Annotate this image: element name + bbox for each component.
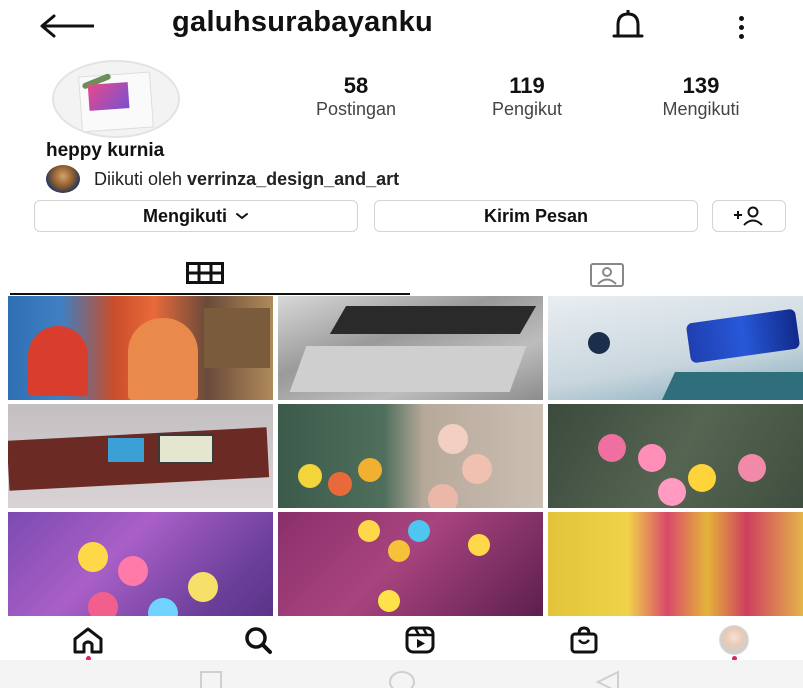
stat-posts[interactable]: 58 Postingan [286, 74, 426, 120]
post-thumbnail[interactable] [8, 296, 273, 400]
nav-profile[interactable] [712, 622, 756, 661]
post-thumbnail[interactable] [278, 404, 543, 508]
chevron-down-icon [236, 213, 248, 220]
stat-following-count: 139 [682, 73, 720, 98]
following-button-label: Mengikuti [143, 205, 227, 226]
tagged-person-icon [589, 263, 624, 287]
post-thumbnail[interactable] [548, 296, 803, 400]
nav-search[interactable] [236, 622, 280, 658]
profile-avatar [719, 625, 749, 655]
message-button-label: Kirim Pesan [483, 205, 589, 226]
profile-username: galuhsurabayanku [172, 6, 434, 38]
stat-followers[interactable]: 119 Pengikut [464, 74, 590, 120]
notifications-button[interactable] [608, 8, 648, 46]
post-thumbnail[interactable] [548, 404, 803, 508]
back-button[interactable] [38, 6, 102, 46]
profile-full-name: heppy kurnia [46, 140, 165, 161]
stat-posts-count: 58 [343, 73, 369, 98]
grid-icon [186, 262, 224, 284]
post-thumbnail[interactable] [278, 296, 543, 400]
post-thumbnail[interactable] [548, 512, 803, 616]
stat-followers-label: Pengikut [491, 99, 563, 119]
profile-header: galuhsurabayanku [0, 0, 803, 52]
post-grid [6, 296, 803, 618]
suggested-accounts-button[interactable] [712, 200, 786, 232]
bell-icon [612, 10, 644, 38]
followed-by-text: Diikuti oleh verrinza_design_and_art [94, 168, 400, 189]
home-icon [73, 627, 103, 654]
system-navigation-bar [0, 660, 803, 688]
back-triangle-icon[interactable] [594, 670, 622, 688]
message-button[interactable]: Kirim Pesan [374, 200, 698, 232]
tab-tagged[interactable] [410, 256, 803, 296]
stat-posts-label: Postingan [315, 99, 397, 119]
stat-following-label: Mengikuti [662, 99, 740, 119]
tab-posts[interactable] [0, 256, 410, 296]
nav-shop[interactable] [562, 622, 606, 658]
profile-tabs [0, 256, 803, 296]
stat-following[interactable]: 139 Mengikuti [630, 74, 772, 120]
post-thumbnail[interactable] [8, 512, 273, 616]
stat-followers-count: 119 [509, 73, 545, 98]
home-circle-icon[interactable] [388, 670, 416, 688]
active-tab-indicator [10, 293, 410, 295]
followed-by-row[interactable]: Diikuti oleh verrinza_design_and_art [46, 164, 399, 194]
post-thumbnail[interactable] [278, 512, 543, 616]
bottom-navigation [0, 618, 803, 661]
post-thumbnail[interactable] [8, 404, 273, 508]
followed-by-username[interactable]: verrinza_design_and_art [187, 169, 399, 189]
following-button[interactable]: Mengikuti [34, 200, 358, 232]
recents-icon[interactable] [198, 670, 224, 688]
shop-icon [570, 626, 598, 654]
more-options-button[interactable] [726, 8, 756, 46]
add-person-icon [734, 206, 763, 226]
arrow-left-icon [40, 14, 94, 38]
nav-home[interactable] [66, 622, 110, 661]
more-vertical-icon [738, 15, 744, 21]
reels-icon [405, 626, 435, 654]
nav-reels[interactable] [398, 622, 442, 658]
profile-avatar[interactable] [52, 60, 180, 138]
follower-avatar [46, 165, 80, 193]
search-icon [245, 627, 272, 654]
